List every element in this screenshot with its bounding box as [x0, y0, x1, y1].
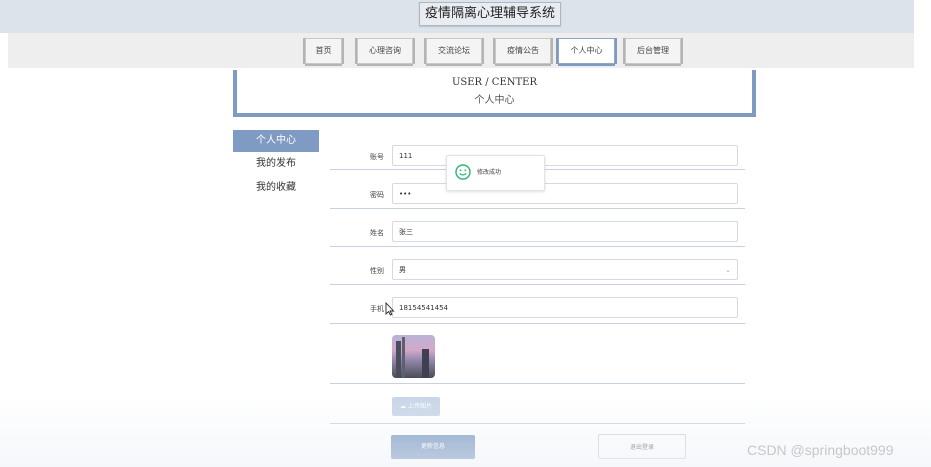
gender-value: 男 [399, 266, 406, 274]
password-label: 密码 [370, 191, 384, 199]
success-toast: 修改成功 [446, 155, 545, 191]
account-field[interactable]: 111 [392, 145, 738, 166]
name-label: 姓名 [370, 229, 384, 237]
nav-announcement[interactable]: 疫情公告 [495, 38, 551, 64]
smile-icon [455, 164, 471, 180]
nav-user-center[interactable]: 个人中心 [558, 38, 615, 64]
sidebar-item-my-favorites[interactable]: 我的收藏 [233, 177, 319, 199]
account-label: 账号 [370, 153, 384, 161]
watermark: CSDN @springboot999 [747, 442, 894, 458]
banner-title-en: USER / CENTER [451, 77, 538, 88]
nav-admin[interactable]: 后台管理 [625, 38, 681, 64]
cloud-upload-icon: ☁ [400, 403, 407, 410]
user-center-banner: USER / CENTER 个人中心 [233, 70, 756, 117]
app-title: 疫情隔离心理辅导系统 [419, 2, 561, 26]
avatar [392, 335, 435, 378]
phone-field[interactable]: 18154541454 [392, 297, 738, 318]
gender-select[interactable]: 男 ⌄ [392, 259, 738, 280]
logout-button[interactable]: 退出登录 [598, 434, 686, 459]
phone-label: 手机 [370, 305, 384, 313]
name-field[interactable]: 张三 [392, 221, 738, 242]
toast-message: 修改成功 [477, 169, 502, 176]
nav-home[interactable]: 首页 [305, 38, 342, 64]
mouse-cursor-icon [385, 302, 395, 316]
main-nav: 首页 心理咨询 交流论坛 疫情公告 个人中心 后台管理 [8, 33, 914, 68]
nav-forum[interactable]: 交流论坛 [426, 38, 482, 64]
upload-image-button[interactable]: ☁ 上传图片 [392, 397, 440, 416]
nav-counseling[interactable]: 心理咨询 [357, 38, 413, 64]
update-info-button[interactable]: 更新信息 [391, 435, 475, 459]
upload-image-label: 上传图片 [407, 403, 432, 410]
banner-title-cn: 个人中心 [474, 95, 515, 106]
chevron-down-icon: ⌄ [725, 266, 731, 274]
sidebar-item-my-posts[interactable]: 我的发布 [233, 153, 319, 175]
sidebar-item-user-center[interactable]: 个人中心 [233, 130, 319, 152]
password-field[interactable]: ••• [392, 183, 738, 204]
gender-label: 性别 [370, 267, 384, 275]
